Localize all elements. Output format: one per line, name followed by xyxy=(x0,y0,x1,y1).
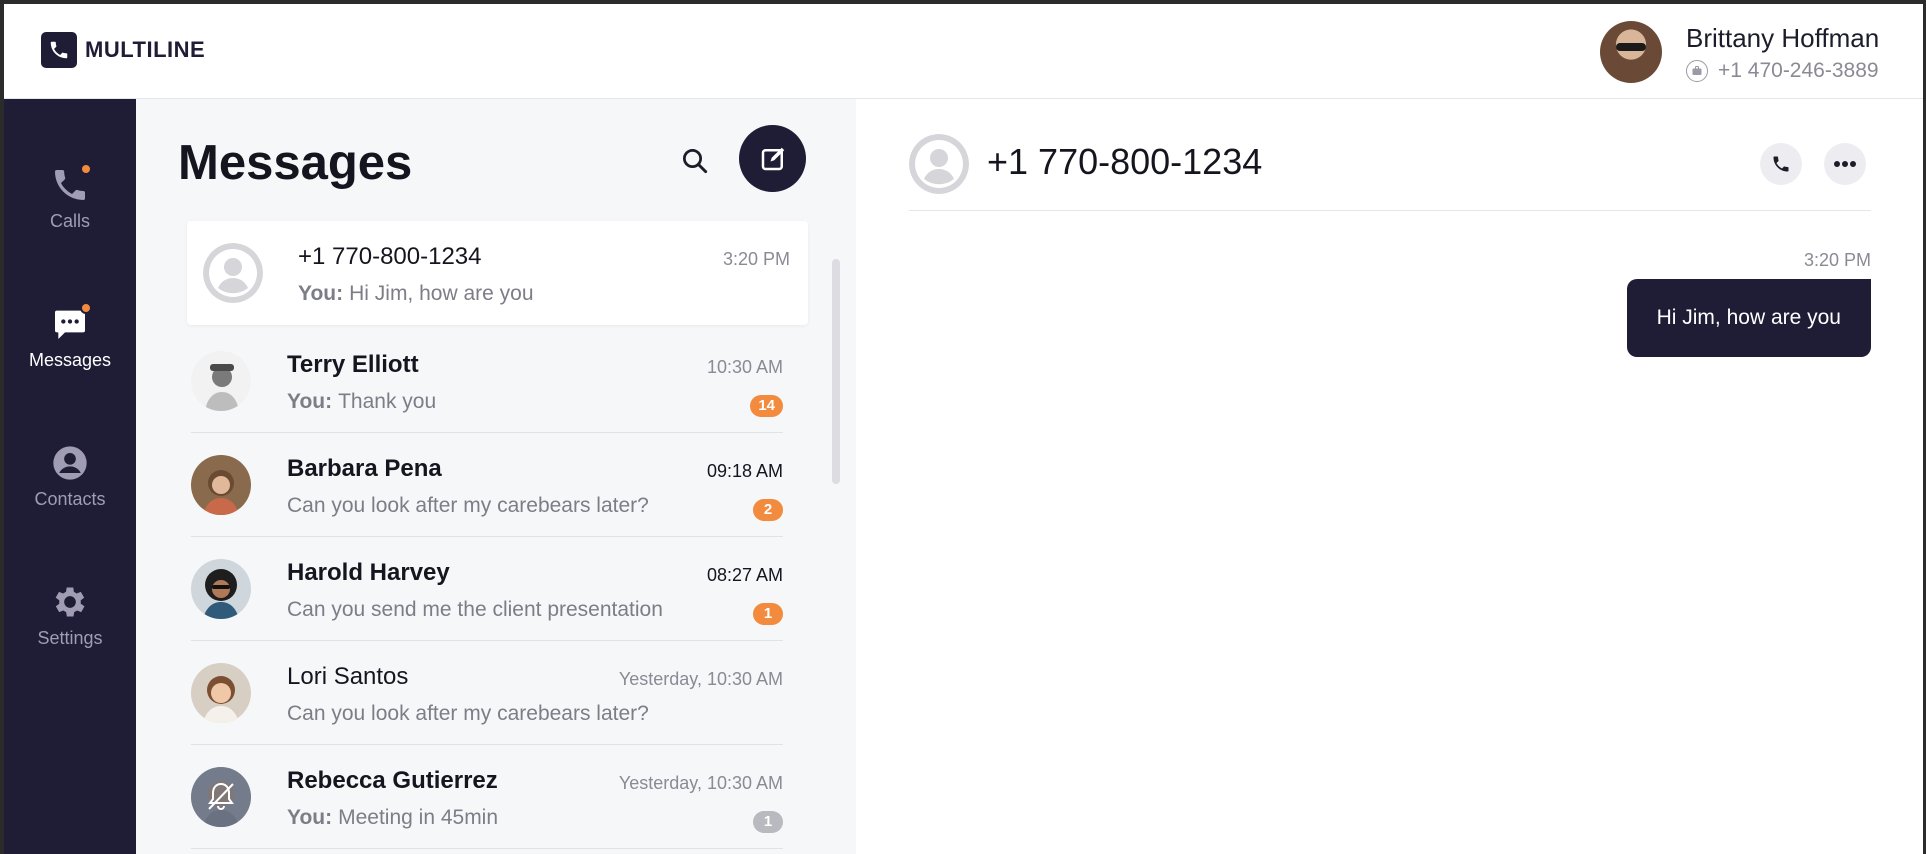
unread-badge: 1 xyxy=(753,603,783,625)
conversation-preview: Can you look after my carebears later? xyxy=(287,702,649,726)
placeholder-avatar-icon xyxy=(203,243,263,303)
gear-icon xyxy=(50,582,90,622)
conversation-preview: Can you look after my carebears later? xyxy=(287,494,649,518)
conversation-time: 09:18 AM xyxy=(706,461,783,481)
contact-avatar xyxy=(191,767,251,827)
calls-notification-dot xyxy=(80,163,92,175)
more-icon xyxy=(1834,161,1856,167)
preview-text: Hi Jim, how are you xyxy=(349,282,534,305)
nav-item-settings[interactable]: Settings xyxy=(4,582,136,682)
user-avatar[interactable] xyxy=(1600,21,1662,83)
conversation-name: Rebecca Gutierrez xyxy=(287,767,498,794)
preview-text: Can you look after my carebears later? xyxy=(287,494,649,517)
search-button[interactable] xyxy=(675,141,715,181)
top-bar: MULTILINE Brittany Hoffman +1 470-246-38… xyxy=(4,4,1923,99)
preview-prefix: You: xyxy=(287,390,333,413)
message-bubble-outgoing[interactable]: Hi Jim, how are you xyxy=(1626,279,1871,357)
conversation-time: 3:20 PM xyxy=(722,249,790,269)
muted-bell-icon xyxy=(208,782,234,810)
nav-item-calls[interactable]: Calls xyxy=(4,163,136,265)
side-nav: Calls Messages Contacts Settings xyxy=(4,99,136,854)
conversation-item[interactable]: Rebecca Gutierrez You: Meeting in 45min Y… xyxy=(191,745,783,849)
conversation-item[interactable]: Terry Elliott You: Thank you 10:30 AM 14 xyxy=(191,329,783,433)
conversation-preview: Can you send me the client presentation xyxy=(287,598,663,622)
user-name: Brittany Hoffman xyxy=(1686,23,1880,53)
preview-prefix: You: xyxy=(298,282,344,305)
preview-text: Can you look after my carebears later? xyxy=(287,702,649,725)
messages-notification-dot xyxy=(80,302,92,314)
nav-label-messages: Messages xyxy=(28,350,112,370)
user-phone: +1 470-246-3889 xyxy=(1718,59,1879,82)
message-time: 3:20 PM xyxy=(1803,250,1871,270)
conversation-item[interactable]: Lori Santos Can you look after my carebe… xyxy=(191,641,783,745)
conversation-item[interactable]: Barbara Pena Can you look after my careb… xyxy=(191,433,783,537)
conversation-name: Harold Harvey xyxy=(287,559,450,586)
conversation-name: Terry Elliott xyxy=(287,351,419,378)
conversation-item[interactable]: Harold Harvey Can you send me the client… xyxy=(191,537,783,641)
conversation-time: Yesterday, 10:30 AM xyxy=(618,669,783,689)
contact-avatar xyxy=(191,351,251,411)
conversation-name: +1 770-800-1234 xyxy=(298,243,482,270)
page-title: Messages xyxy=(178,136,413,190)
contact-icon xyxy=(50,443,90,483)
preview-text: Meeting in 45min xyxy=(338,806,499,829)
list-scrollbar[interactable] xyxy=(832,259,842,854)
conversation-preview: You: Thank you xyxy=(287,390,436,414)
nav-item-messages[interactable]: Messages xyxy=(4,302,136,404)
messages-list-pane: Messages +1 770-800-1234 You: Hi Jim, how… xyxy=(136,99,856,854)
unread-badge: 2 xyxy=(753,499,783,521)
conversation-time: 08:27 AM xyxy=(706,565,783,585)
conversation-item[interactable]: +1 770-800-1234 You: Hi Jim, how are you … xyxy=(187,221,808,325)
call-button[interactable] xyxy=(1760,143,1802,185)
phone-icon xyxy=(50,163,92,205)
nav-item-contacts[interactable]: Contacts xyxy=(4,443,136,543)
app-logo[interactable]: MULTILINE xyxy=(41,32,205,68)
logo-phone-icon xyxy=(41,32,77,68)
conversation-time: Yesterday, 10:30 AM xyxy=(618,773,783,793)
logo-text: MULTILINE xyxy=(85,37,206,62)
app-window: MULTILINE Brittany Hoffman +1 470-246-38… xyxy=(4,4,1923,854)
chat-header-divider xyxy=(909,210,1871,211)
chat-title: +1 770-800-1234 xyxy=(987,141,1263,182)
contact-avatar xyxy=(191,663,251,723)
list-scrollbar-thumb[interactable] xyxy=(832,259,840,484)
conversation-name: Lori Santos xyxy=(287,663,409,690)
more-options-button[interactable] xyxy=(1824,143,1866,185)
conversation-preview: You: Hi Jim, how are you xyxy=(298,282,534,306)
preview-prefix: You: xyxy=(287,806,333,829)
contact-avatar xyxy=(191,455,251,515)
placeholder-avatar-icon xyxy=(909,134,969,194)
briefcase-icon xyxy=(1686,60,1708,82)
chat-pane: +1 770-800-1234 3:20 PM Hi Jim, how are … xyxy=(856,99,1923,854)
unread-badge: 1 xyxy=(753,811,783,833)
compose-icon xyxy=(761,147,784,170)
phone-icon xyxy=(1773,156,1789,172)
preview-text: Can you send me the client presentation xyxy=(287,598,663,621)
nav-label-contacts: Contacts xyxy=(34,489,106,509)
nav-label-settings: Settings xyxy=(37,628,103,648)
unread-badge: 14 xyxy=(750,395,783,417)
avatar-glasses xyxy=(1616,43,1646,51)
conversation-name: Barbara Pena xyxy=(287,455,442,482)
conversation-preview: You: Meeting in 45min xyxy=(287,806,498,830)
search-icon xyxy=(683,149,708,174)
compose-button[interactable] xyxy=(739,125,806,192)
user-phone-row: +1 470-246-3889 xyxy=(1686,59,1879,83)
contact-avatar xyxy=(191,559,251,619)
chat-icon xyxy=(50,302,92,344)
conversation-time: 10:30 AM xyxy=(706,357,783,377)
preview-text: Thank you xyxy=(338,390,437,413)
nav-label-calls: Calls xyxy=(49,211,90,231)
